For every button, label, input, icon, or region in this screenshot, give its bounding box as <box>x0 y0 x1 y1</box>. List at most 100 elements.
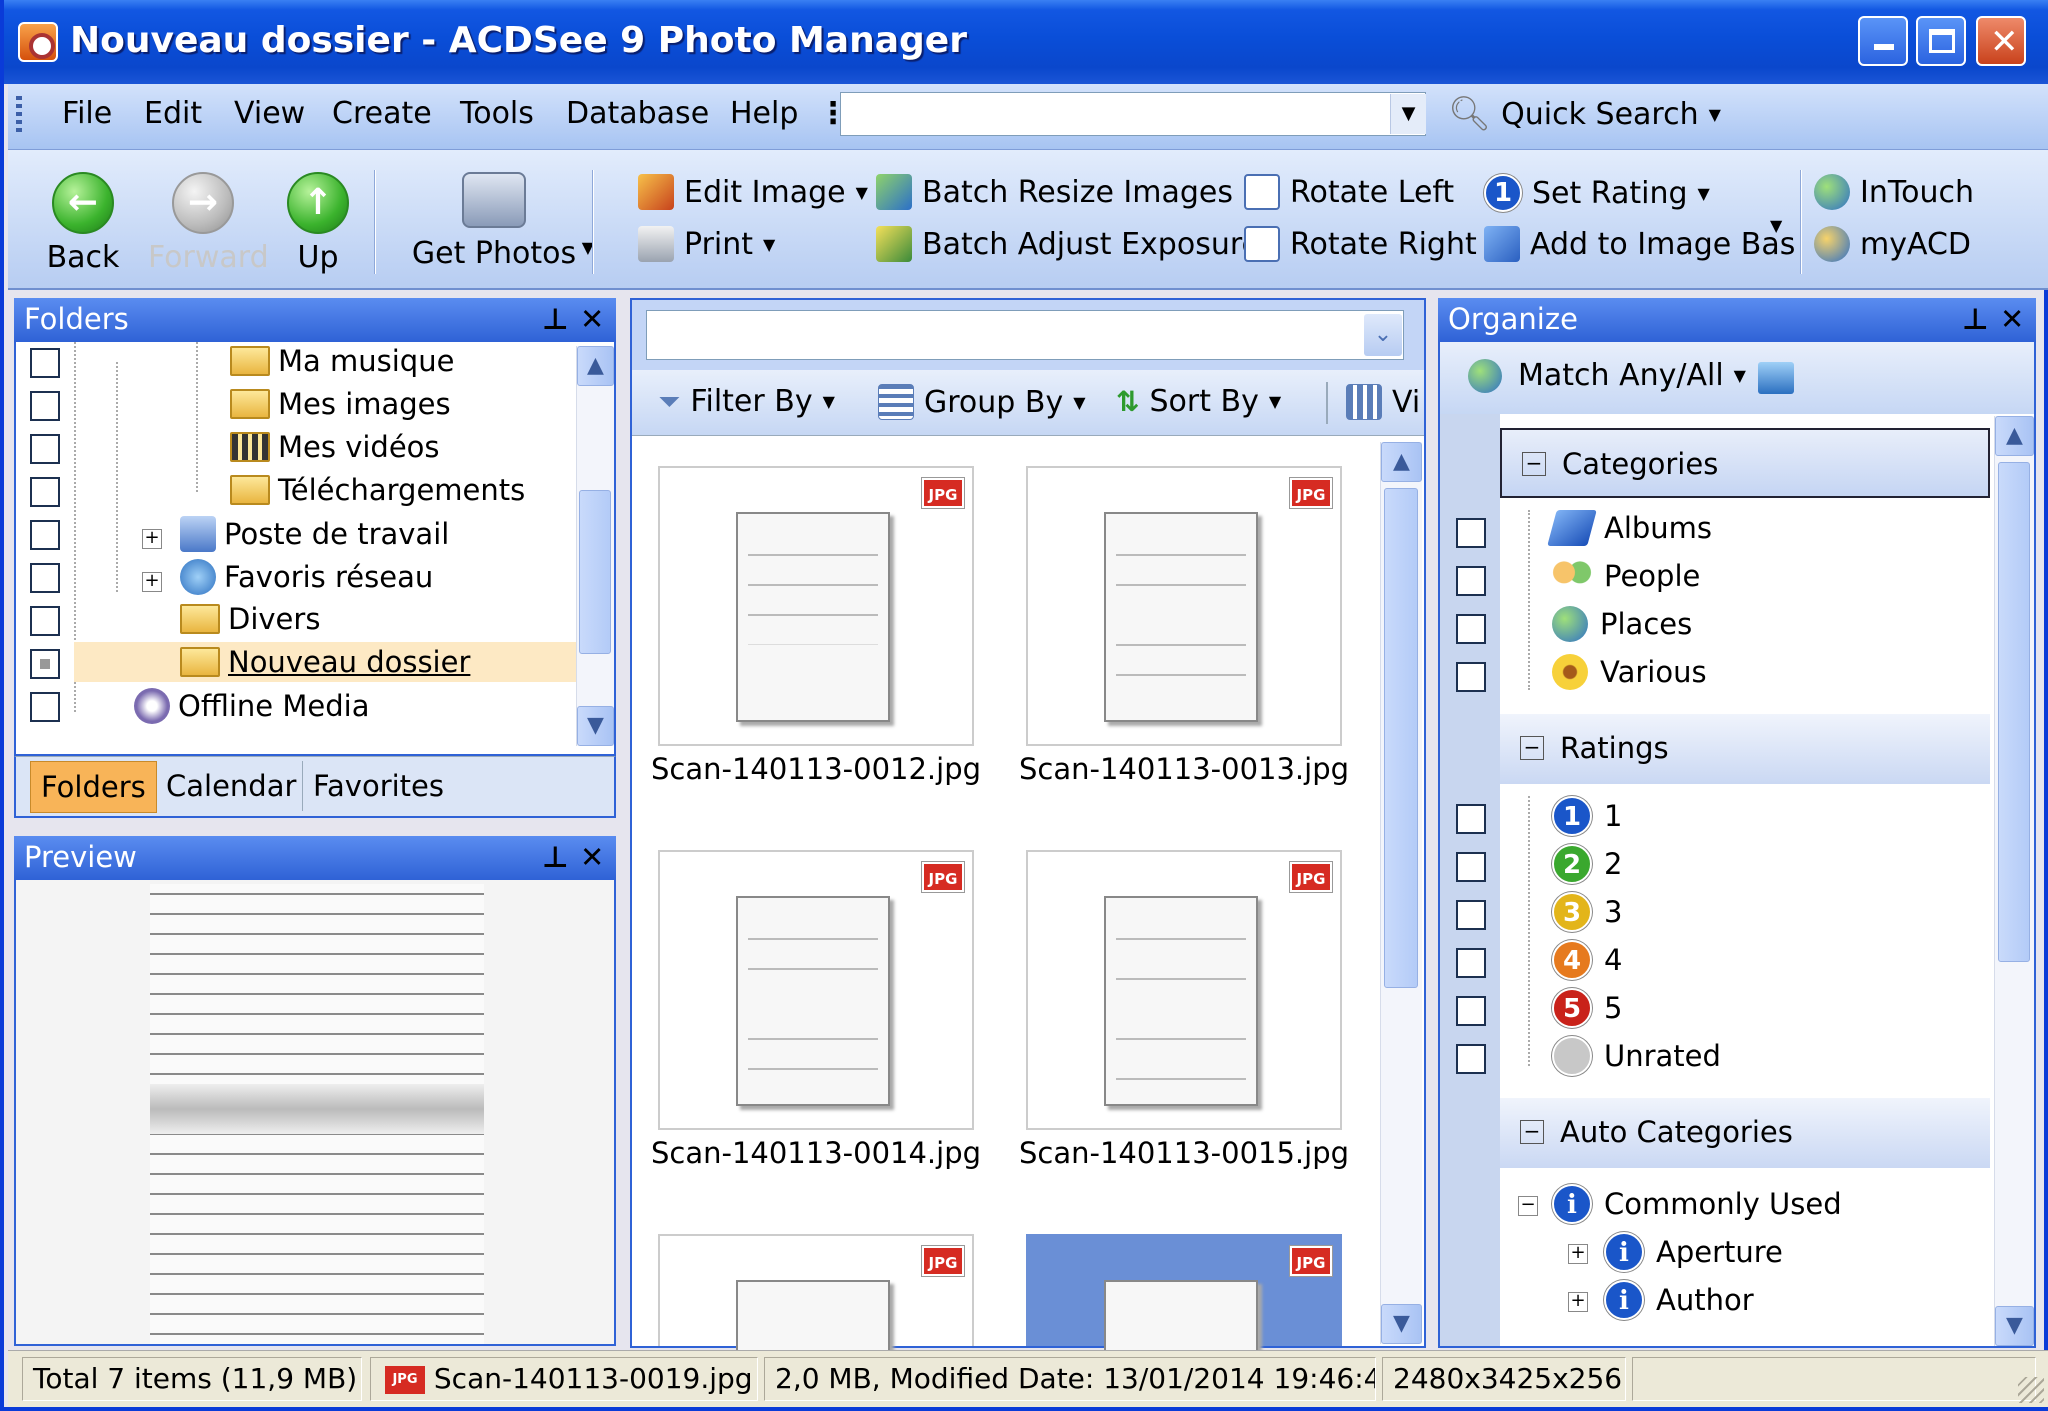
category-people[interactable]: People <box>1552 558 1700 594</box>
resize-grip-icon[interactable] <box>2018 1377 2044 1403</box>
expand-icon[interactable]: + <box>142 529 162 549</box>
maximize-button[interactable] <box>1916 16 1966 66</box>
pin-icon[interactable]: ⊥ <box>542 836 569 878</box>
myacd-button[interactable]: myACD <box>1814 226 1971 262</box>
forward-button[interactable]: → Forward <box>148 172 269 275</box>
minimize-button[interactable] <box>1858 16 1908 66</box>
category-albums[interactable]: Albums <box>1547 510 1712 546</box>
folder-checkbox-partial[interactable] <box>30 649 60 679</box>
back-button[interactable]: ← Back <box>38 172 128 275</box>
scroll-thumb[interactable] <box>1998 462 2030 962</box>
scroll-down-icon[interactable]: ▼ <box>1995 1306 2034 1346</box>
group-auto-categories[interactable]: − Auto Categories <box>1500 1098 1990 1168</box>
category-places[interactable]: Places <box>1552 606 1692 642</box>
rating-4[interactable]: 44 <box>1552 940 1622 980</box>
toolbar-overflow-icon[interactable]: ▼ <box>1770 216 1782 235</box>
rating-3[interactable]: 33 <box>1552 892 1622 932</box>
chevron-down-icon[interactable]: ▼ <box>1390 94 1426 134</box>
match-any-all-button[interactable]: Match Any/All ▼ <box>1468 358 1746 393</box>
menu-help[interactable]: Help <box>730 96 798 131</box>
thumbnail-caption[interactable]: Scan-140113-0012.jpg <box>636 752 996 786</box>
rating-checkbox[interactable] <box>1456 996 1486 1026</box>
set-rating-button[interactable]: 1 Set Rating ▼ <box>1484 174 1710 212</box>
quick-search-input[interactable] <box>840 92 1426 136</box>
tab-favorites[interactable]: Favorites <box>302 761 454 811</box>
chevron-down-icon[interactable]: ⌄ <box>1364 314 1402 356</box>
scroll-up-icon[interactable]: ▲ <box>1995 416 2034 456</box>
menu-database[interactable]: Database <box>566 96 709 131</box>
toolbar-grip[interactable] <box>16 96 22 136</box>
folder-checkbox[interactable] <box>30 348 60 378</box>
edit-image-button[interactable]: Edit Image ▼ <box>638 174 868 210</box>
collapse-icon[interactable]: − <box>1518 1196 1538 1216</box>
category-checkbox[interactable] <box>1456 566 1486 596</box>
menu-file[interactable]: File <box>62 96 112 131</box>
folder-checkbox[interactable] <box>30 692 60 722</box>
thumbnail-item[interactable]: JPG <box>1026 466 1342 746</box>
batch-exposure-button[interactable]: Batch Adjust Exposure <box>876 226 1260 262</box>
folder-checkbox[interactable] <box>30 434 60 464</box>
rating-checkbox[interactable] <box>1456 948 1486 978</box>
thumbnail-item[interactable]: JPG <box>658 1234 974 1360</box>
category-checkbox[interactable] <box>1456 662 1486 692</box>
thumbnail-item[interactable]: JPG <box>658 466 974 746</box>
folder-checkbox[interactable] <box>30 520 60 550</box>
pin-icon[interactable]: ⊥ <box>1962 298 1989 340</box>
auto-commonly-used[interactable]: i Commonly Used <box>1552 1184 1842 1224</box>
rating-1[interactable]: 11 <box>1552 796 1622 836</box>
print-button[interactable]: Print ▼ <box>638 226 775 262</box>
tree-item-offline-media[interactable]: Offline Media <box>134 688 369 724</box>
close-icon[interactable]: ✕ <box>580 298 604 340</box>
expand-icon[interactable]: + <box>1568 1244 1588 1264</box>
tree-item-divers[interactable]: Divers <box>180 602 320 636</box>
rating-2[interactable]: 22 <box>1552 844 1622 884</box>
path-combobox[interactable] <box>646 310 1404 360</box>
close-icon[interactable]: ✕ <box>2000 298 2024 340</box>
auto-author[interactable]: i Author <box>1604 1280 1754 1320</box>
new-category-icon[interactable] <box>1758 362 1794 394</box>
expand-icon[interactable]: + <box>142 572 162 592</box>
menu-view[interactable]: View <box>234 96 305 131</box>
scroll-down-icon[interactable]: ▼ <box>1381 1304 1422 1344</box>
tree-item-mes-images[interactable]: Mes images <box>230 387 451 421</box>
rating-checkbox[interactable] <box>1456 900 1486 930</box>
tree-item-ma-musique[interactable]: Ma musique <box>230 344 454 378</box>
add-to-image-basket-button[interactable]: Add to Image Bas <box>1484 226 1795 262</box>
scroll-up-icon[interactable]: ▲ <box>1381 442 1422 482</box>
intouch-button[interactable]: InTouch <box>1814 174 1974 210</box>
scroll-down-icon[interactable]: ▼ <box>577 706 614 746</box>
collapse-icon[interactable]: − <box>1522 452 1546 476</box>
category-checkbox[interactable] <box>1456 518 1486 548</box>
menu-edit[interactable]: Edit <box>144 96 202 131</box>
thumbnail-item-selected[interactable]: JPG <box>1026 1234 1342 1360</box>
sort-by-button[interactable]: ⇅ Sort By ▼ <box>1116 384 1281 419</box>
thumbnail-item[interactable]: JPG <box>658 850 974 1130</box>
menu-create[interactable]: Create <box>332 96 432 131</box>
rating-unrated[interactable]: Unrated <box>1552 1036 1721 1076</box>
close-icon[interactable]: ✕ <box>580 836 604 878</box>
tree-item-poste-de-travail[interactable]: Poste de travail <box>180 516 449 552</box>
expand-icon[interactable]: + <box>1568 1292 1588 1312</box>
menu-tools[interactable]: Tools <box>460 96 534 131</box>
tab-calendar[interactable]: Calendar <box>156 761 306 811</box>
group-by-button[interactable]: Group By ▼ <box>878 384 1086 420</box>
tab-folders[interactable]: Folders <box>30 761 157 813</box>
browser-scrollbar[interactable]: ▲ ▼ <box>1380 442 1422 1344</box>
scroll-thumb[interactable] <box>579 490 611 654</box>
auto-aperture[interactable]: i Aperture <box>1604 1232 1783 1272</box>
tree-item-favoris-reseau[interactable]: Favoris réseau <box>180 559 433 595</box>
up-button[interactable]: ↑ Up <box>278 172 358 275</box>
category-various[interactable]: Various <box>1552 654 1707 690</box>
category-checkbox[interactable] <box>1456 614 1486 644</box>
thumbnail-caption[interactable]: Scan-140113-0015.jpg <box>1004 1136 1364 1170</box>
scroll-thumb[interactable] <box>1384 488 1418 988</box>
tree-item-nouveau-dossier[interactable]: Nouveau dossier <box>180 645 470 679</box>
folder-checkbox[interactable] <box>30 606 60 636</box>
tree-item-telechargements[interactable]: Téléchargements <box>230 473 525 507</box>
filter-by-button[interactable]: ⏷ Filter By ▼ <box>658 384 835 419</box>
close-button[interactable]: ✕ <box>1976 16 2026 66</box>
quick-search-button[interactable]: 🔍︎ Quick Search ▼ <box>1448 92 1721 136</box>
rotate-left-button[interactable]: Rotate Left <box>1244 174 1454 210</box>
rating-5[interactable]: 55 <box>1552 988 1622 1028</box>
folders-scrollbar[interactable]: ▲ ▼ <box>576 346 614 746</box>
